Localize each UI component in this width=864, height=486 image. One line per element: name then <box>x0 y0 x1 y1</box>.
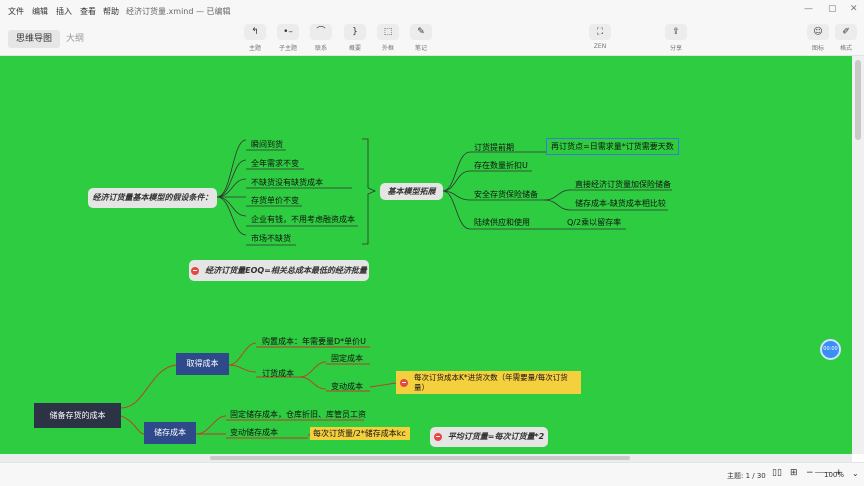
horizontal-scroll-thumb[interactable] <box>210 456 630 460</box>
assumption-item[interactable]: 市场不缺货 <box>251 233 291 244</box>
assumption-item[interactable]: 全年需求不变 <box>251 158 299 169</box>
model-extension-node[interactable]: 基本模型拓展 <box>380 183 443 200</box>
purchase-cost-node[interactable]: 购置成本：年需要量D*单价U <box>262 336 366 347</box>
minimize-icon[interactable]: — <box>804 4 813 14</box>
mindmap-canvas[interactable]: 经济订货量基本模型的假设条件： 瞬间到货 全年需求不变 不缺货没有缺货成本 存货… <box>0 56 852 454</box>
summary-brace-icon: } <box>344 24 366 40</box>
vertical-scroll-thumb[interactable] <box>855 60 861 140</box>
retention-node[interactable]: Q/2乘以留存率 <box>567 217 621 228</box>
fixed-cost-node[interactable]: 固定成本 <box>331 353 363 364</box>
variable-storage-node[interactable]: 变动储存成本 <box>230 427 278 438</box>
app-window: 文件 编辑 插入 查看 帮助 经济订货量.xmind — 已编辑 — ▢ ✕ 思… <box>0 0 864 486</box>
boundary-icon: ⬚ <box>377 24 399 40</box>
direct-eoq-node[interactable]: 直接经济订货量加保险储备 <box>575 179 671 190</box>
assumption-item[interactable]: 瞬间到货 <box>251 139 283 150</box>
eoq-definition-node[interactable]: 经济订货量EOQ=相关总成本最低的经济批量 <box>189 260 369 281</box>
storage-cost-node[interactable]: 储存成本 <box>144 422 196 444</box>
document-title: 经济订货量.xmind — 已编辑 <box>126 7 231 16</box>
smiley-icon: ☺ <box>807 24 829 40</box>
menu-bar: 文件 编辑 插入 查看 帮助 经济订货量.xmind — 已编辑 — ▢ ✕ <box>0 0 864 20</box>
tab-outline[interactable]: 大纲 <box>66 30 84 48</box>
subtopic-button[interactable]: •– 子主题 <box>273 24 303 54</box>
boundary-button[interactable]: ⬚ 外框 <box>373 24 403 54</box>
topic-button[interactable]: ↰ 主题 <box>240 24 270 54</box>
fullscreen-icon: ⛶ <box>589 24 611 40</box>
discount-node[interactable]: 存在数量折扣U <box>474 160 528 171</box>
zoom-out-button[interactable]: − <box>806 468 814 478</box>
horizontal-scrollbar[interactable] <box>0 454 852 462</box>
assumption-item[interactable]: 存货单价不变 <box>251 195 299 206</box>
variable-cost-formula-node[interactable]: 每次订货成本K*进货次数（年需要量/每次订货量） <box>396 371 581 394</box>
relationship-button[interactable]: ⌒ 联系 <box>306 24 336 54</box>
menu-file[interactable]: 文件 <box>8 6 24 17</box>
minus-marker-icon <box>191 266 200 275</box>
cost-compare-node[interactable]: 储存成本-缺货成本相比较 <box>575 198 666 209</box>
menu-help[interactable]: 帮助 <box>103 6 119 17</box>
assumptions-root-node[interactable]: 经济订货量基本模型的假设条件： <box>88 188 217 208</box>
status-bar: 主题: 1 / 30 ▯▯ ⊞ − + 100% ⌄ <box>0 462 864 486</box>
minus-marker-icon <box>433 432 442 441</box>
continuous-supply-node[interactable]: 陆续供应和使用 <box>474 217 530 228</box>
maximize-icon[interactable]: ▢ <box>828 4 837 14</box>
assumption-item[interactable]: 企业有钱，不用考虑融资成本 <box>251 214 355 225</box>
order-cost-node[interactable]: 订货成本 <box>262 368 294 379</box>
paintbrush-icon: ✐ <box>835 24 857 40</box>
subtopic-icon: •– <box>277 24 299 40</box>
reorder-point-node[interactable]: 再订货点=日需求量*订货需要天数 <box>546 138 679 155</box>
toolbar: 思维导图 大纲 ↰ 主题 •– 子主题 ⌒ 联系 } 概要 ⬚ 外框 ✎ 笔记 … <box>0 20 864 56</box>
fixed-storage-node[interactable]: 固定储存成本，仓库折旧、库管员工资 <box>230 409 366 420</box>
note-edit-icon: ✎ <box>410 24 432 40</box>
map-view-icon[interactable]: ⊞ <box>790 468 798 478</box>
vertical-scrollbar[interactable] <box>852 56 864 454</box>
icon-panel-button[interactable]: ☺ 图标 <box>803 24 833 54</box>
zoom-level[interactable]: 100% <box>824 471 844 479</box>
zoom-dropdown-icon[interactable]: ⌄ <box>852 469 859 478</box>
share-icon: ⇪ <box>665 24 687 40</box>
minus-marker-icon <box>400 378 408 387</box>
recording-timer-button[interactable]: 00:00 <box>820 339 841 360</box>
inventory-cost-root-node[interactable]: 储备存货的成本 <box>34 403 121 428</box>
acquire-cost-node[interactable]: 取得成本 <box>176 353 229 375</box>
topic-icon: ↰ <box>244 24 266 40</box>
variable-cost-node[interactable]: 变动成本 <box>331 381 363 392</box>
summary-button[interactable]: } 概要 <box>340 24 370 54</box>
menu-insert[interactable]: 插入 <box>56 6 72 17</box>
close-icon[interactable]: ✕ <box>850 4 858 14</box>
average-order-note-node[interactable]: 平均订货量=每次订货量*2 <box>430 427 548 447</box>
menu-view[interactable]: 查看 <box>80 6 96 17</box>
menu-edit[interactable]: 编辑 <box>32 6 48 17</box>
tab-mindmap[interactable]: 思维导图 <box>8 30 61 48</box>
format-panel-button[interactable]: ✐ 格式 <box>831 24 861 54</box>
topic-count: 主题: 1 / 30 <box>727 472 766 480</box>
lead-time-node[interactable]: 订货提前期 <box>474 142 514 153</box>
safety-stock-node[interactable]: 安全存货保险储备 <box>474 189 538 200</box>
assumption-item[interactable]: 不缺货没有缺货成本 <box>251 177 323 188</box>
relationship-icon: ⌒ <box>310 24 332 40</box>
zen-button[interactable]: ⛶ ZEN <box>585 24 615 54</box>
variable-storage-formula-node[interactable]: 每次订货量/2*储存成本kc <box>310 427 410 440</box>
note-button[interactable]: ✎ 笔记 <box>406 24 436 54</box>
outline-view-icon[interactable]: ▯▯ <box>772 468 782 478</box>
share-button[interactable]: ⇪ 分享 <box>661 24 691 54</box>
connector-lines <box>120 138 672 439</box>
